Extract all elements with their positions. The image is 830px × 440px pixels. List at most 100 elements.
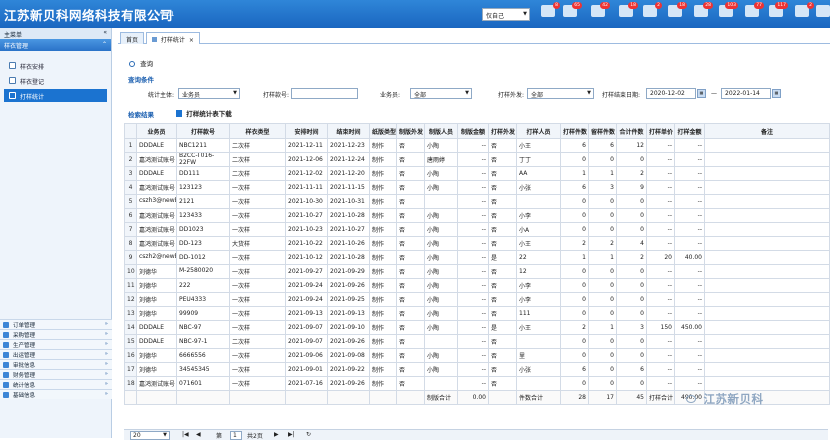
column-header[interactable]: 纸版类型	[369, 123, 397, 139]
toolbar-button-1[interactable]: 65	[559, 2, 582, 26]
next-page-icon[interactable]: ▶	[274, 431, 279, 438]
sidebar-item-sample-stats[interactable]: 打样统计	[4, 89, 107, 102]
toolbar-button-4[interactable]: 2	[639, 2, 662, 26]
table-row[interactable]: 1 DDDALE NBC1211 二次样 2021-12-11 2021-12-23 制作否…	[124, 138, 830, 153]
toolbar-button-8[interactable]: 77	[741, 2, 764, 26]
table-cell: --	[674, 264, 705, 279]
table-row[interactable]: 9 cszh2@newb DD-1012 一次样 2021-10-12 2021-10-2…	[124, 250, 830, 265]
column-header[interactable]	[124, 123, 137, 139]
table-row[interactable]: 12 刘德华 PEU4333 一次样 2021-09-24 2021-09-25 制作否小陶…	[124, 292, 830, 307]
table-row[interactable]: 10 刘德华 M-2580020 一次样 2021-09-27 2021-09-29 制作否…	[124, 264, 830, 279]
column-header[interactable]: 打样件数	[560, 123, 589, 139]
toolbar-button-7[interactable]: 103	[715, 2, 738, 26]
column-header[interactable]: 打样人员	[516, 123, 561, 139]
table-cell: --	[674, 222, 705, 237]
table-cell: 4	[616, 236, 647, 251]
column-header[interactable]: 备注	[704, 123, 830, 139]
close-icon[interactable]: ×	[189, 37, 194, 44]
table-cell: --	[457, 152, 489, 167]
sidebar-item-label: 样衣安排	[20, 64, 45, 71]
sidebar-section-label: 样衣管理	[4, 43, 29, 50]
table-cell	[704, 292, 830, 307]
calendar-icon[interactable]: ▦	[697, 89, 706, 98]
query-button[interactable]: 查询	[129, 58, 153, 68]
table-row[interactable]: 6 嘉鸿测试账号 123433 一次样 2021-10-27 2021-10-28 制作否小…	[124, 208, 830, 223]
table-cell	[704, 320, 830, 335]
column-header[interactable]: 结束时间	[327, 123, 370, 139]
table-cell: --	[674, 166, 705, 181]
toolbar-button-11[interactable]	[812, 2, 830, 26]
column-header[interactable]: 打样款号	[176, 123, 230, 139]
collapse-icon[interactable]: «	[103, 29, 107, 36]
sample-no-input[interactable]	[291, 88, 358, 99]
table-row[interactable]: 7 嘉鸿测试账号 DD1023 一次样 2021-10-23 2021-10-27 制作否小…	[124, 222, 830, 237]
column-header[interactable]: 打样金额	[674, 123, 705, 139]
table-row[interactable]: 11 刘德华 222 一次样 2021-09-24 2021-09-26 制作否小陶 -- 否小…	[124, 278, 830, 293]
toolbar-button-10[interactable]: 2	[791, 2, 814, 26]
query-section-title: 查询条件	[128, 76, 154, 84]
column-header[interactable]: 打样单价	[646, 123, 675, 139]
download-stats-button[interactable]: 打样统计表下载	[176, 108, 232, 118]
sidebar-group-5[interactable]: 财务管理»	[0, 369, 112, 379]
table-cell: 小陶	[424, 362, 458, 377]
column-header[interactable]: 制版人员	[424, 123, 458, 139]
column-header[interactable]: 样衣类型	[229, 123, 286, 139]
toolbar-button-3[interactable]: 18	[615, 2, 638, 26]
toolbar-button-5[interactable]: 18	[664, 2, 687, 26]
sidebar-group-6[interactable]: 统计信息»	[0, 379, 112, 389]
results-table: 业务员 打样款号 样衣类型 安排时间 结束时间 纸版类型 制版外发 制版人员 制版金额 打样外发打…	[124, 123, 830, 405]
date-to-input[interactable]: 2022-01-14 ▦	[721, 88, 781, 99]
table-row[interactable]: 15 DDDALE NBC-97-1 二次样 2021-09-07 2021-09-26 制…	[124, 334, 830, 349]
table-cell: 否	[396, 334, 425, 349]
table-row[interactable]: 13 刘德华 99909 一次样 2021-09-13 2021-09-13 制作否小陶 --…	[124, 306, 830, 321]
sidebar-item-sample-arrange[interactable]: 样衣安排	[4, 59, 107, 72]
sidebar-group-7[interactable]: 基础信息 »	[0, 389, 112, 399]
sidebar-group-4[interactable]: 审批信息»	[0, 359, 112, 369]
table-row[interactable]: 8 嘉鸿测试账号 DD-123 大货样 2021-10-22 2021-10-26 制作否小…	[124, 236, 830, 251]
table-cell: 否	[488, 278, 517, 293]
table-row[interactable]: 17 刘德华 34545345 一次样 2021-09-01 2021-09-22 制作否小…	[124, 362, 830, 377]
table-cell: --	[646, 222, 675, 237]
table-row[interactable]: 5 cszh3@newb 2121 一次样 2021-10-30 2021-10-31 制作…	[124, 194, 830, 209]
table-row[interactable]: 16 刘德华 6666556 一次样 2021-09-06 2021-09-08 制作否小陶…	[124, 348, 830, 363]
tab-home[interactable]: 首页	[120, 32, 145, 44]
outsource-select[interactable]: 全部 ▼	[527, 88, 594, 99]
table-row[interactable]: 18 嘉鸿测试账号 071601 一次样 2021-07-16 2021-09-26 制作否…	[124, 376, 830, 391]
prev-page-icon[interactable]: ◀	[196, 431, 201, 438]
salesman-select[interactable]: 全部 ▼	[410, 88, 472, 99]
toolbar-button-9[interactable]: 117	[765, 2, 788, 26]
date-from-input[interactable]: 2020-12-02 ▦	[646, 88, 706, 99]
column-header[interactable]: 留样件数	[588, 123, 617, 139]
table-cell: 2021-10-28	[327, 250, 370, 265]
table-row[interactable]: 2 嘉鸿测试账号 B2CC-T016-22FW 二次样 2021-12-06 2021-1…	[124, 152, 830, 167]
last-page-icon[interactable]: ▶|	[288, 431, 295, 438]
sidebar-group-0[interactable]: 订单管理»	[0, 319, 112, 329]
table-row[interactable]: 4 嘉鸿测试账号 123123 一次样 2021-11-11 2021-11-15 制作否小…	[124, 180, 830, 195]
first-page-icon[interactable]: |◀	[182, 431, 189, 438]
page-number-input[interactable]: 1	[230, 431, 242, 440]
column-header[interactable]: 安排时间	[285, 123, 328, 139]
table-cell: 小陶	[424, 208, 458, 223]
table-row[interactable]: 14 DDDALE NBC-97 一次样 2021-09-07 2021-09-10 制作否…	[124, 320, 830, 335]
page-size-select[interactable]: 20 ▼	[130, 431, 170, 440]
column-header[interactable]: 业务员	[136, 123, 177, 139]
toolbar-button-2[interactable]: 42	[587, 2, 610, 26]
column-header[interactable]: 打样外发	[488, 123, 517, 139]
column-header[interactable]: 制版金额	[457, 123, 489, 139]
reload-icon[interactable]: ↻	[306, 431, 311, 438]
toolbar-button-6[interactable]: 28	[690, 2, 713, 26]
column-header[interactable]: 合计件数	[616, 123, 647, 139]
sidebar-item-sample-register[interactable]: 样衣登记	[4, 74, 107, 87]
toolbar-button-0[interactable]: 8	[537, 2, 560, 26]
subject-select[interactable]: 业务员 ▼	[178, 88, 240, 99]
table-row[interactable]: 3 DDDALE DD111 二次样 2021-12-02 2021-12-20 制作否小陶…	[124, 166, 830, 181]
tab-sample-stats[interactable]: 打样统计 ×	[146, 32, 200, 44]
column-header[interactable]: 制版外发	[396, 123, 425, 139]
sidebar-group-2[interactable]: 生产管理»	[0, 339, 112, 349]
sidebar-group-1[interactable]: 采购管理»	[0, 329, 112, 339]
user-scope-select[interactable]: 仅自己 ▼	[482, 8, 530, 21]
table-cell: 制作	[369, 278, 397, 293]
calendar-icon[interactable]: ▦	[772, 89, 781, 98]
sidebar-group-3[interactable]: 出运管理»	[0, 349, 112, 359]
sidebar-section-sample[interactable]: 样衣管理 ⌃	[0, 39, 111, 51]
